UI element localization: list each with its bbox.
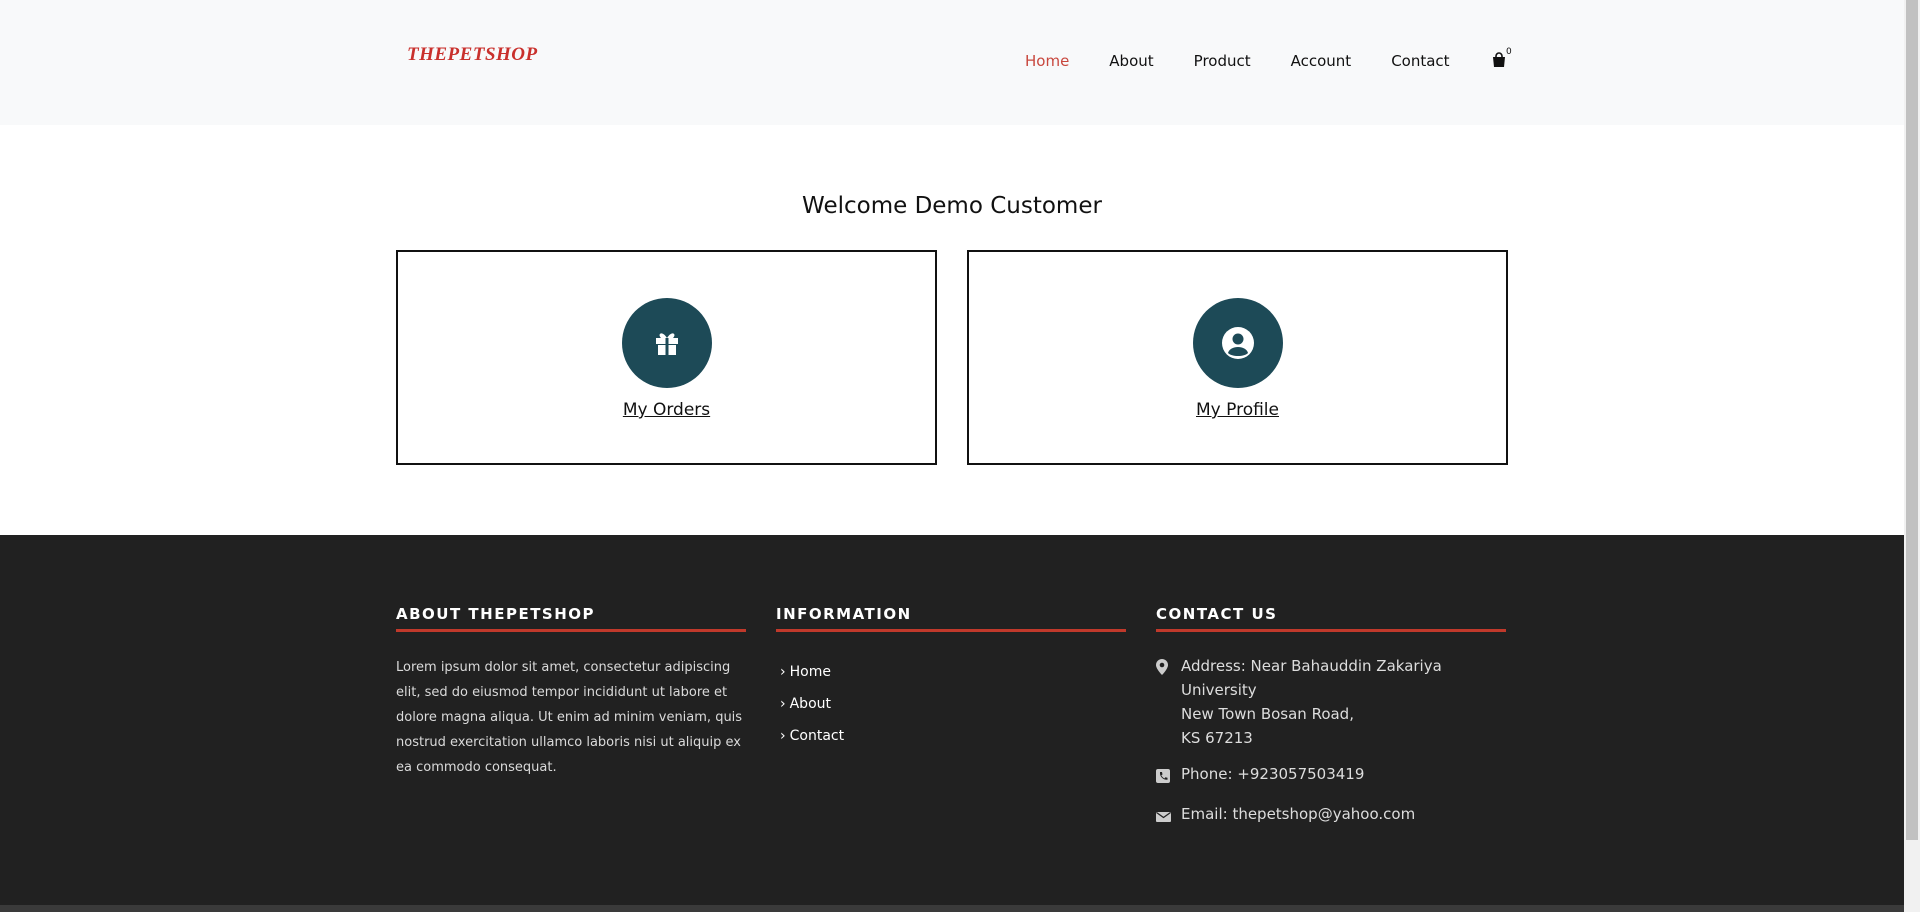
site-logo[interactable]: THEPETSHOP (407, 44, 538, 66)
chevron-right-icon: › (780, 664, 786, 680)
site-header: THEPETSHOP Home About Product Account Co… (0, 0, 1904, 125)
footer-contact-title: CONTACT US (1156, 605, 1506, 632)
footer-about-column: ABOUT THEPETSHOP Lorem ipsum dolor sit a… (396, 605, 746, 780)
cart-count-badge: 0 (1506, 47, 1512, 57)
user-circle-icon (1221, 327, 1254, 359)
contact-phone: Phone: +923057503419 (1156, 762, 1506, 790)
contact-address: Address: Near Bahauddin Zakariya Univers… (1156, 654, 1506, 750)
nav-contact[interactable]: Contact (1391, 52, 1449, 70)
footer-about-title: ABOUT THEPETSHOP (396, 605, 746, 632)
orders-icon-circle (621, 298, 712, 388)
map-marker-icon (1156, 659, 1168, 675)
footer-link-about[interactable]: › About (776, 688, 1126, 720)
scrollbar-thumb[interactable] (1906, 0, 1918, 840)
my-profile-link[interactable]: My Profile (969, 400, 1506, 420)
footer-about-text: Lorem ipsum dolor sit amet, consectetur … (396, 660, 743, 775)
footer-link-contact[interactable]: › Contact (776, 720, 1126, 752)
footer-bottom-bar (0, 905, 1904, 912)
nav-account[interactable]: Account (1291, 52, 1352, 70)
footer-link-home[interactable]: › Home (776, 656, 1126, 688)
footer-information-column: INFORMATION › Home › About › Contact (776, 605, 1126, 752)
envelope-icon (1156, 811, 1171, 822)
footer-information-title: INFORMATION (776, 605, 1126, 632)
nav-about[interactable]: About (1109, 52, 1153, 70)
chevron-right-icon: › (780, 728, 786, 744)
chevron-right-icon: › (780, 696, 786, 712)
my-orders-link[interactable]: My Orders (398, 400, 935, 420)
shopping-bag-icon[interactable] (1491, 52, 1507, 68)
profile-icon-circle (1192, 298, 1283, 388)
nav-home[interactable]: Home (1025, 52, 1069, 70)
my-profile-card[interactable]: My Profile (967, 250, 1508, 465)
main-nav: Home About Product Account Contact (1025, 52, 1490, 70)
footer-contact-column: CONTACT US Address: Near Bahauddin Zakar… (1156, 605, 1506, 830)
my-orders-card[interactable]: My Orders (396, 250, 937, 465)
gift-icon (655, 333, 678, 355)
phone-icon (1156, 769, 1170, 783)
contact-email: Email: thepetshop@yahoo.com (1156, 802, 1506, 830)
welcome-heading: Welcome Demo Customer (802, 193, 1102, 219)
nav-product[interactable]: Product (1194, 52, 1251, 70)
